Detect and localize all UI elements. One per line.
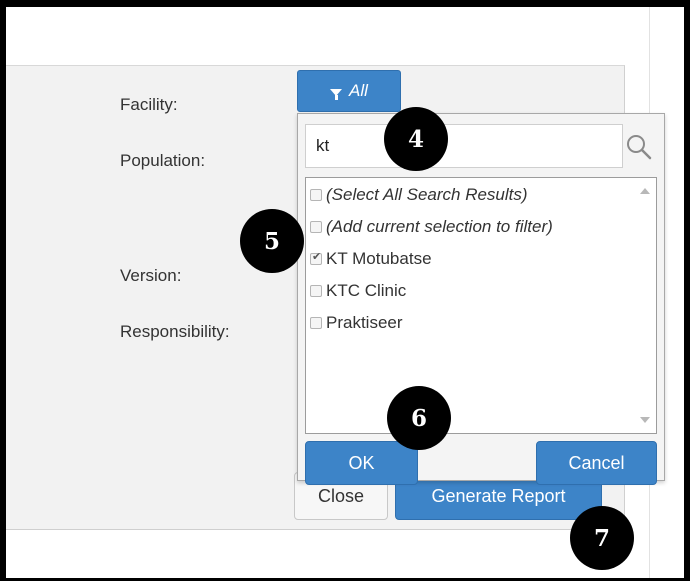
- search-icon[interactable]: [624, 132, 654, 162]
- step-marker-5: 5: [240, 209, 304, 273]
- scroll-up-arrow-icon[interactable]: [640, 188, 650, 194]
- facility-options-list[interactable]: (Select All Search Results) (Add current…: [305, 177, 657, 434]
- cancel-button[interactable]: Cancel: [536, 441, 657, 485]
- list-item-kt-motubatse[interactable]: KT Motubatse: [310, 245, 432, 273]
- list-item-ktc-clinic[interactable]: KTC Clinic: [310, 277, 406, 305]
- list-item-label: KTC Clinic: [326, 281, 407, 300]
- facility-filter-label: All: [349, 81, 368, 100]
- list-item-label: (Select All Search Results): [326, 185, 528, 204]
- filter-icon: [330, 88, 343, 100]
- step-marker-6: 6: [387, 386, 451, 450]
- facility-dropdown: (Select All Search Results) (Add current…: [297, 113, 665, 485]
- list-item-label: KT Motubatse: [326, 249, 432, 268]
- checkbox-add-selection[interactable]: [310, 221, 322, 233]
- checkbox-select-all[interactable]: [310, 189, 322, 201]
- scroll-down-arrow-icon[interactable]: [640, 417, 650, 423]
- list-item-label: Praktiseer: [326, 313, 403, 332]
- step-marker-7: 7: [570, 506, 634, 570]
- list-item-select-all[interactable]: (Select All Search Results): [310, 181, 528, 209]
- responsibility-label: Responsibility:: [120, 322, 230, 341]
- facility-search-input[interactable]: [305, 124, 623, 168]
- facility-label: Facility:: [120, 95, 178, 114]
- report-window: Facility: Population: Version: Responsib…: [6, 7, 684, 578]
- population-label: Population:: [120, 151, 206, 170]
- checkbox-kt-motubatse[interactable]: [310, 250, 322, 265]
- list-item-praktiseer[interactable]: Praktiseer: [310, 309, 403, 337]
- checkbox-praktiseer[interactable]: [310, 317, 322, 329]
- list-item-add-selection[interactable]: (Add current selection to filter): [310, 213, 553, 241]
- list-item-label: (Add current selection to filter): [326, 217, 553, 236]
- ok-button[interactable]: OK: [305, 441, 418, 485]
- step-marker-4: 4: [384, 107, 448, 171]
- checkbox-ktc-clinic[interactable]: [310, 285, 322, 297]
- version-label: Version:: [120, 266, 182, 285]
- facility-filter-button[interactable]: All: [297, 70, 401, 112]
